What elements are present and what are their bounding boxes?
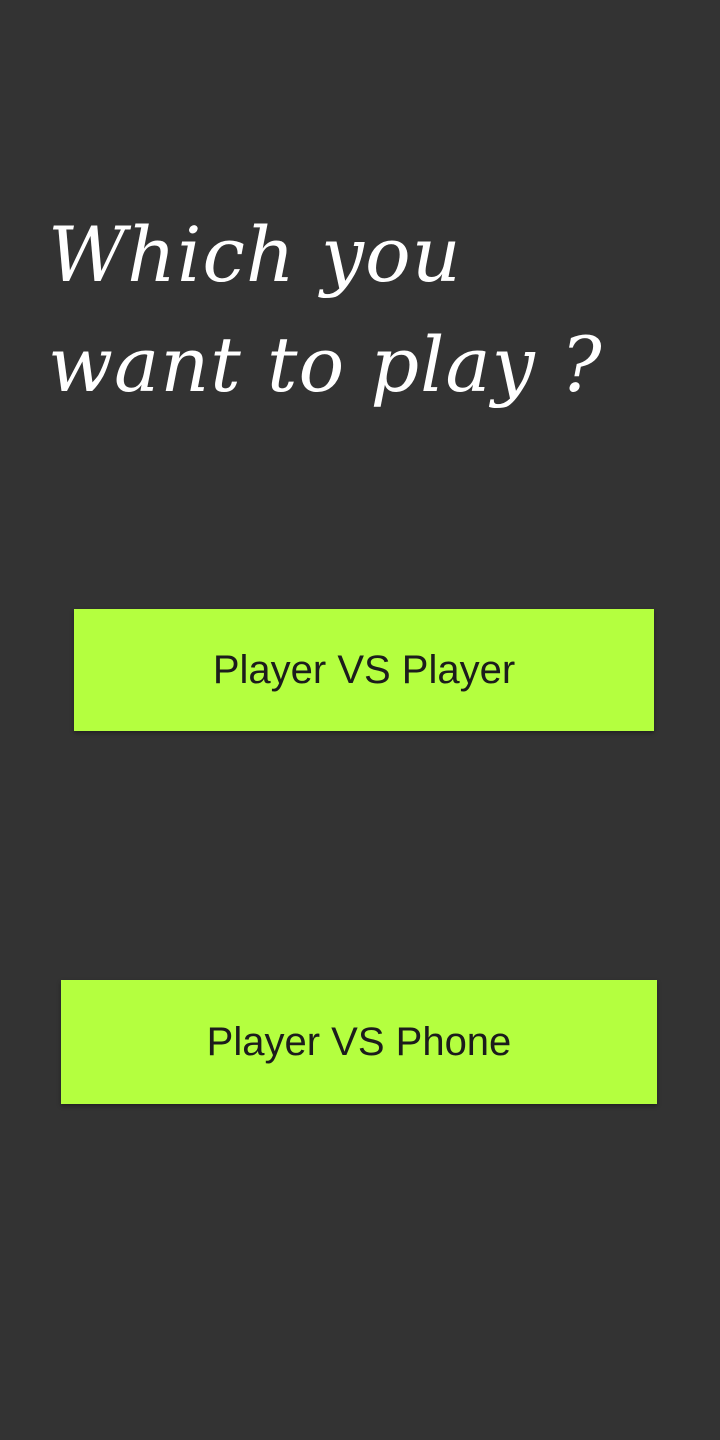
page-title: Which you want to play ? [48, 210, 603, 409]
player-vs-phone-label: Player VS Phone [206, 1019, 512, 1064]
game-mode-screen: Which you want to play ? Player VS Playe… [0, 0, 720, 1440]
player-vs-player-label: Player VS Player [212, 647, 516, 692]
player-vs-player-button[interactable]: Player VS Player [74, 609, 654, 731]
player-vs-phone-button[interactable]: Player VS Phone [61, 980, 657, 1104]
